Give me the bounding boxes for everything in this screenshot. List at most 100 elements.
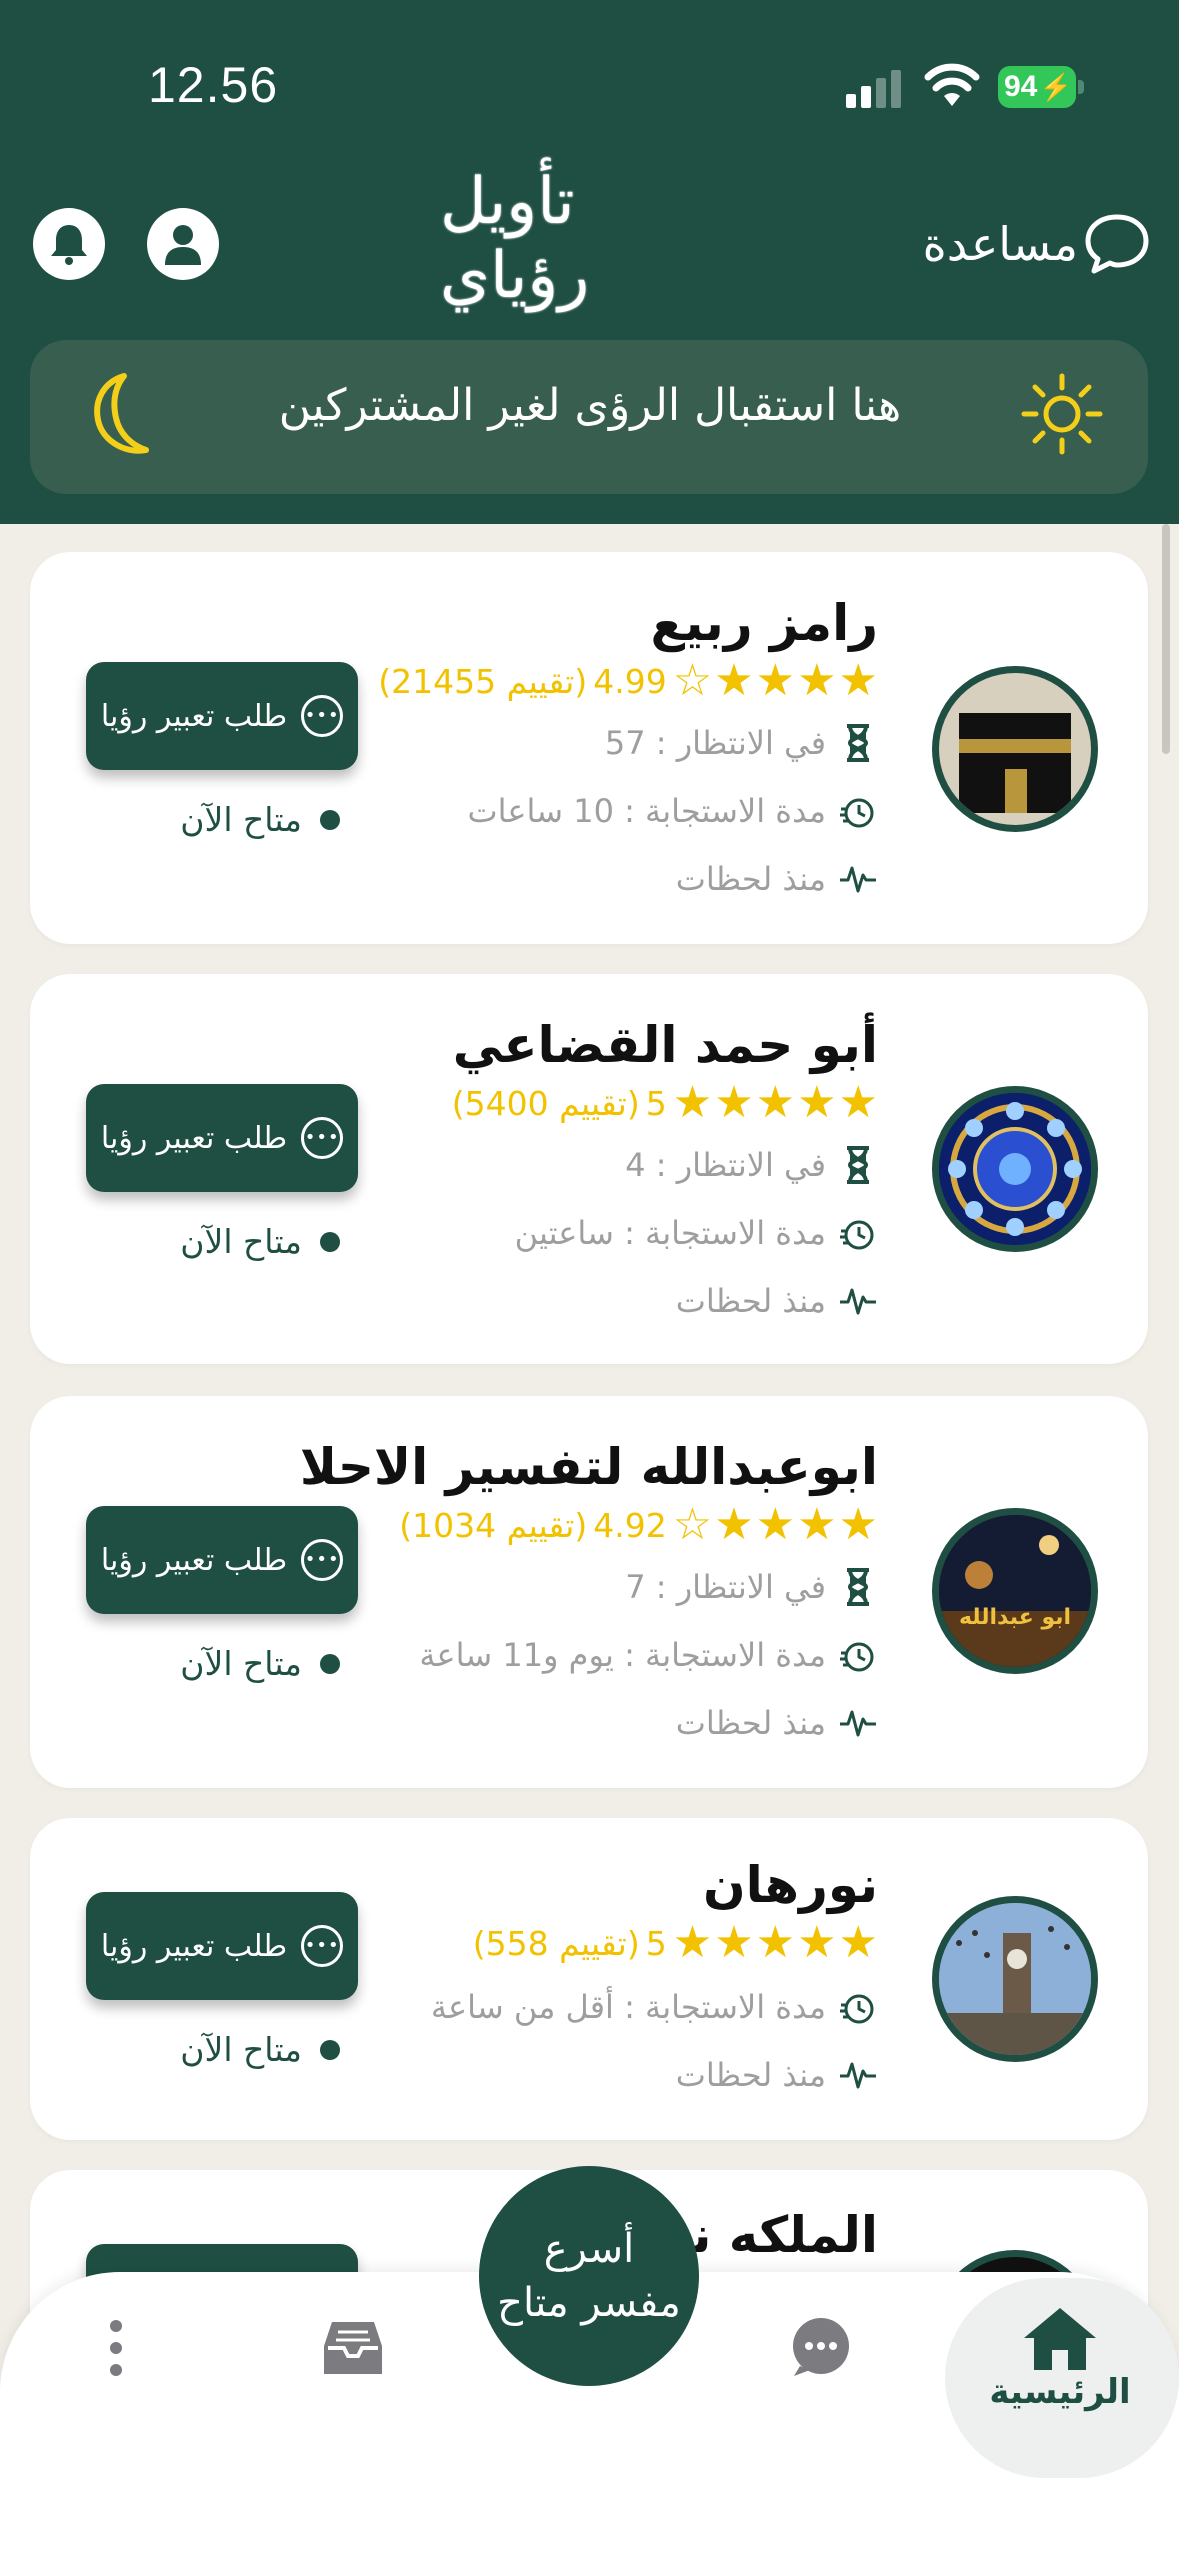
- stars: ★ ★ ★ ★ ★: [673, 1921, 878, 1965]
- clock-tower-image: [939, 1903, 1091, 2055]
- status-dot: [320, 1653, 340, 1674]
- status-text: متاح الآن: [180, 1222, 302, 1261]
- star-icon: ★: [797, 1499, 837, 1550]
- interpreter-card[interactable]: ابو عبدالله ابوعبدالله لتفسير الاحلا (10…: [30, 1396, 1148, 1788]
- star-icon: ★: [714, 1917, 754, 1968]
- request-label: طلب تعبير رؤيا: [100, 1928, 288, 1964]
- response-row: مدة الاستجابة : يوم و11 ساعة: [419, 1632, 878, 1678]
- avatar[interactable]: [932, 666, 1098, 832]
- waiting-text: في الانتظار : 4: [625, 1146, 826, 1184]
- response-text: مدة الاستجابة : يوم و11 ساعة: [419, 1636, 826, 1674]
- avatar-caption: ابو عبدالله: [958, 1605, 1072, 1630]
- status-text: متاح الآن: [180, 2030, 302, 2069]
- night-scene-image: [939, 1515, 1091, 1667]
- response-text: مدة الاستجابة : 10 ساعات: [467, 792, 827, 830]
- status-dot: [320, 2039, 340, 2060]
- stopwatch-icon: [838, 1635, 878, 1675]
- stars: ☆ ★ ★ ★ ★: [673, 1503, 878, 1547]
- battery-indicator: 94 ⚡: [998, 66, 1076, 108]
- sun-icon[interactable]: [1020, 372, 1104, 456]
- status-dot: [320, 809, 340, 830]
- fab-line-2: مفسر متاح: [497, 2280, 681, 2326]
- guest-banner: هنا استقبال الرؤى لغير المشتركين: [30, 340, 1148, 494]
- fastest-interpreter-button[interactable]: أسرع مفسر متاح: [479, 2166, 699, 2386]
- rating-row: (1034 تقييم) 4.92 ☆ ★ ★ ★ ★: [399, 1502, 878, 1548]
- activity-icon: [838, 2055, 878, 2095]
- star-icon: ★: [714, 1499, 754, 1550]
- bell-icon: [51, 225, 87, 265]
- star-icon: ★: [755, 655, 796, 706]
- waiting-row: في الانتظار : 57: [605, 720, 878, 766]
- interpreter-name: ابوعبدالله لتفسير الاحلا: [299, 1438, 878, 1496]
- last-seen-row: منذ لحظات: [676, 1700, 878, 1746]
- star-icon: ★: [797, 655, 837, 706]
- more-vertical-icon[interactable]: [104, 2318, 128, 2378]
- interpreter-name: رامز ربيع: [650, 594, 878, 652]
- user-icon: [165, 225, 201, 265]
- home-icon: [1024, 2308, 1096, 2370]
- battery-level: 94: [1004, 70, 1038, 103]
- interpreter-card[interactable]: أبو حمد القضاعي (5400 تقييم) 5 ★ ★ ★ ★ ★…: [30, 974, 1148, 1364]
- rating-count: (5400 تقييم): [451, 1083, 640, 1123]
- request-interpretation-button[interactable]: طلب تعبير رؤيا •••: [86, 1506, 358, 1614]
- app-header: 12.56 94 ⚡ تأويل رؤياي مساعدة هنا استقبا…: [0, 0, 1179, 524]
- request-label: طلب تعبير رؤيا: [100, 698, 288, 734]
- fab-line-1: أسرع: [543, 2226, 635, 2272]
- interpreter-card[interactable]: نورهان (558 تقييم) 5 ★ ★ ★ ★ ★ مدة الاست…: [30, 1818, 1148, 2140]
- request-interpretation-button[interactable]: طلب تعبير رؤيا •••: [86, 662, 358, 770]
- last-seen-text: منذ لحظات: [675, 860, 826, 898]
- notifications-button[interactable]: [33, 208, 105, 280]
- banner-text: هنا استقبال الرؤى لغير المشتركين: [278, 380, 902, 431]
- battery-tip: [1078, 80, 1084, 94]
- interpreter-card[interactable]: رامز ربيع (21455 تقييم) 4.99 ☆ ★ ★ ★ ★ ف…: [30, 552, 1148, 944]
- moon-icon[interactable]: [84, 370, 164, 460]
- interpreter-name: نورهان: [702, 1856, 878, 1914]
- rating-count: (1034 تقييم): [399, 1505, 588, 1545]
- request-interpretation-button[interactable]: طلب تعبير رؤيا •••: [86, 1892, 358, 2000]
- chat-dots-icon: •••: [301, 1117, 344, 1159]
- star-empty-icon: ☆: [672, 1499, 713, 1550]
- rating-value: 4.99: [593, 661, 667, 701]
- interpreter-name: أبو حمد القضاعي: [452, 1016, 878, 1074]
- avatar[interactable]: ابو عبدالله: [932, 1508, 1098, 1674]
- hourglass-icon: [838, 1145, 878, 1185]
- stars: ☆ ★ ★ ★ ★: [673, 659, 878, 703]
- status-dot: [320, 1231, 340, 1252]
- chat-dots-icon: •••: [301, 695, 344, 737]
- profile-button[interactable]: [147, 208, 219, 280]
- waiting-row: في الانتظار : 4: [625, 1142, 878, 1188]
- waiting-row: في الانتظار : 7: [625, 1564, 878, 1610]
- star-icon: ★: [755, 1499, 796, 1550]
- request-label: طلب تعبير رؤيا: [100, 1542, 288, 1578]
- hourglass-icon: [838, 1567, 878, 1607]
- last-seen-text: منذ لحظات: [675, 2056, 826, 2094]
- last-seen-text: منذ لحظات: [675, 1282, 826, 1320]
- request-interpretation-button[interactable]: طلب تعبير رؤيا •••: [86, 1084, 358, 1192]
- waiting-text: في الانتظار : 57: [604, 724, 826, 762]
- response-row: مدة الاستجابة : ساعتين: [515, 1210, 878, 1256]
- availability-status: متاح الآن: [170, 800, 340, 839]
- stopwatch-icon: [838, 1213, 878, 1253]
- star-icon: ★: [714, 1077, 754, 1128]
- avatar[interactable]: [932, 1086, 1098, 1252]
- avatar[interactable]: [932, 1896, 1098, 2062]
- kaaba-image: [939, 673, 1091, 825]
- last-seen-row: منذ لحظات: [676, 2052, 878, 2098]
- tab-chat-icon[interactable]: [790, 2316, 852, 2378]
- star-icon: ★: [672, 1077, 713, 1128]
- tab-inbox-icon[interactable]: [322, 2320, 384, 2376]
- app-logo: تأويل رؤياي: [440, 165, 590, 313]
- last-seen-row: منذ لحظات: [676, 856, 878, 902]
- star-icon: ★: [672, 1917, 713, 1968]
- last-seen-text: منذ لحظات: [675, 1704, 826, 1742]
- star-icon: ★: [755, 1917, 796, 1968]
- hourglass-icon: [838, 723, 878, 763]
- activity-icon: [838, 1703, 878, 1743]
- availability-status: متاح الآن: [170, 1644, 340, 1683]
- scrollbar[interactable]: [1162, 524, 1170, 754]
- star-icon: ★: [755, 1077, 796, 1128]
- help-button[interactable]: مساعدة: [920, 206, 1150, 282]
- stopwatch-icon: [838, 791, 878, 831]
- star-icon: ★: [797, 1917, 837, 1968]
- waiting-text: في الانتظار : 7: [625, 1568, 826, 1606]
